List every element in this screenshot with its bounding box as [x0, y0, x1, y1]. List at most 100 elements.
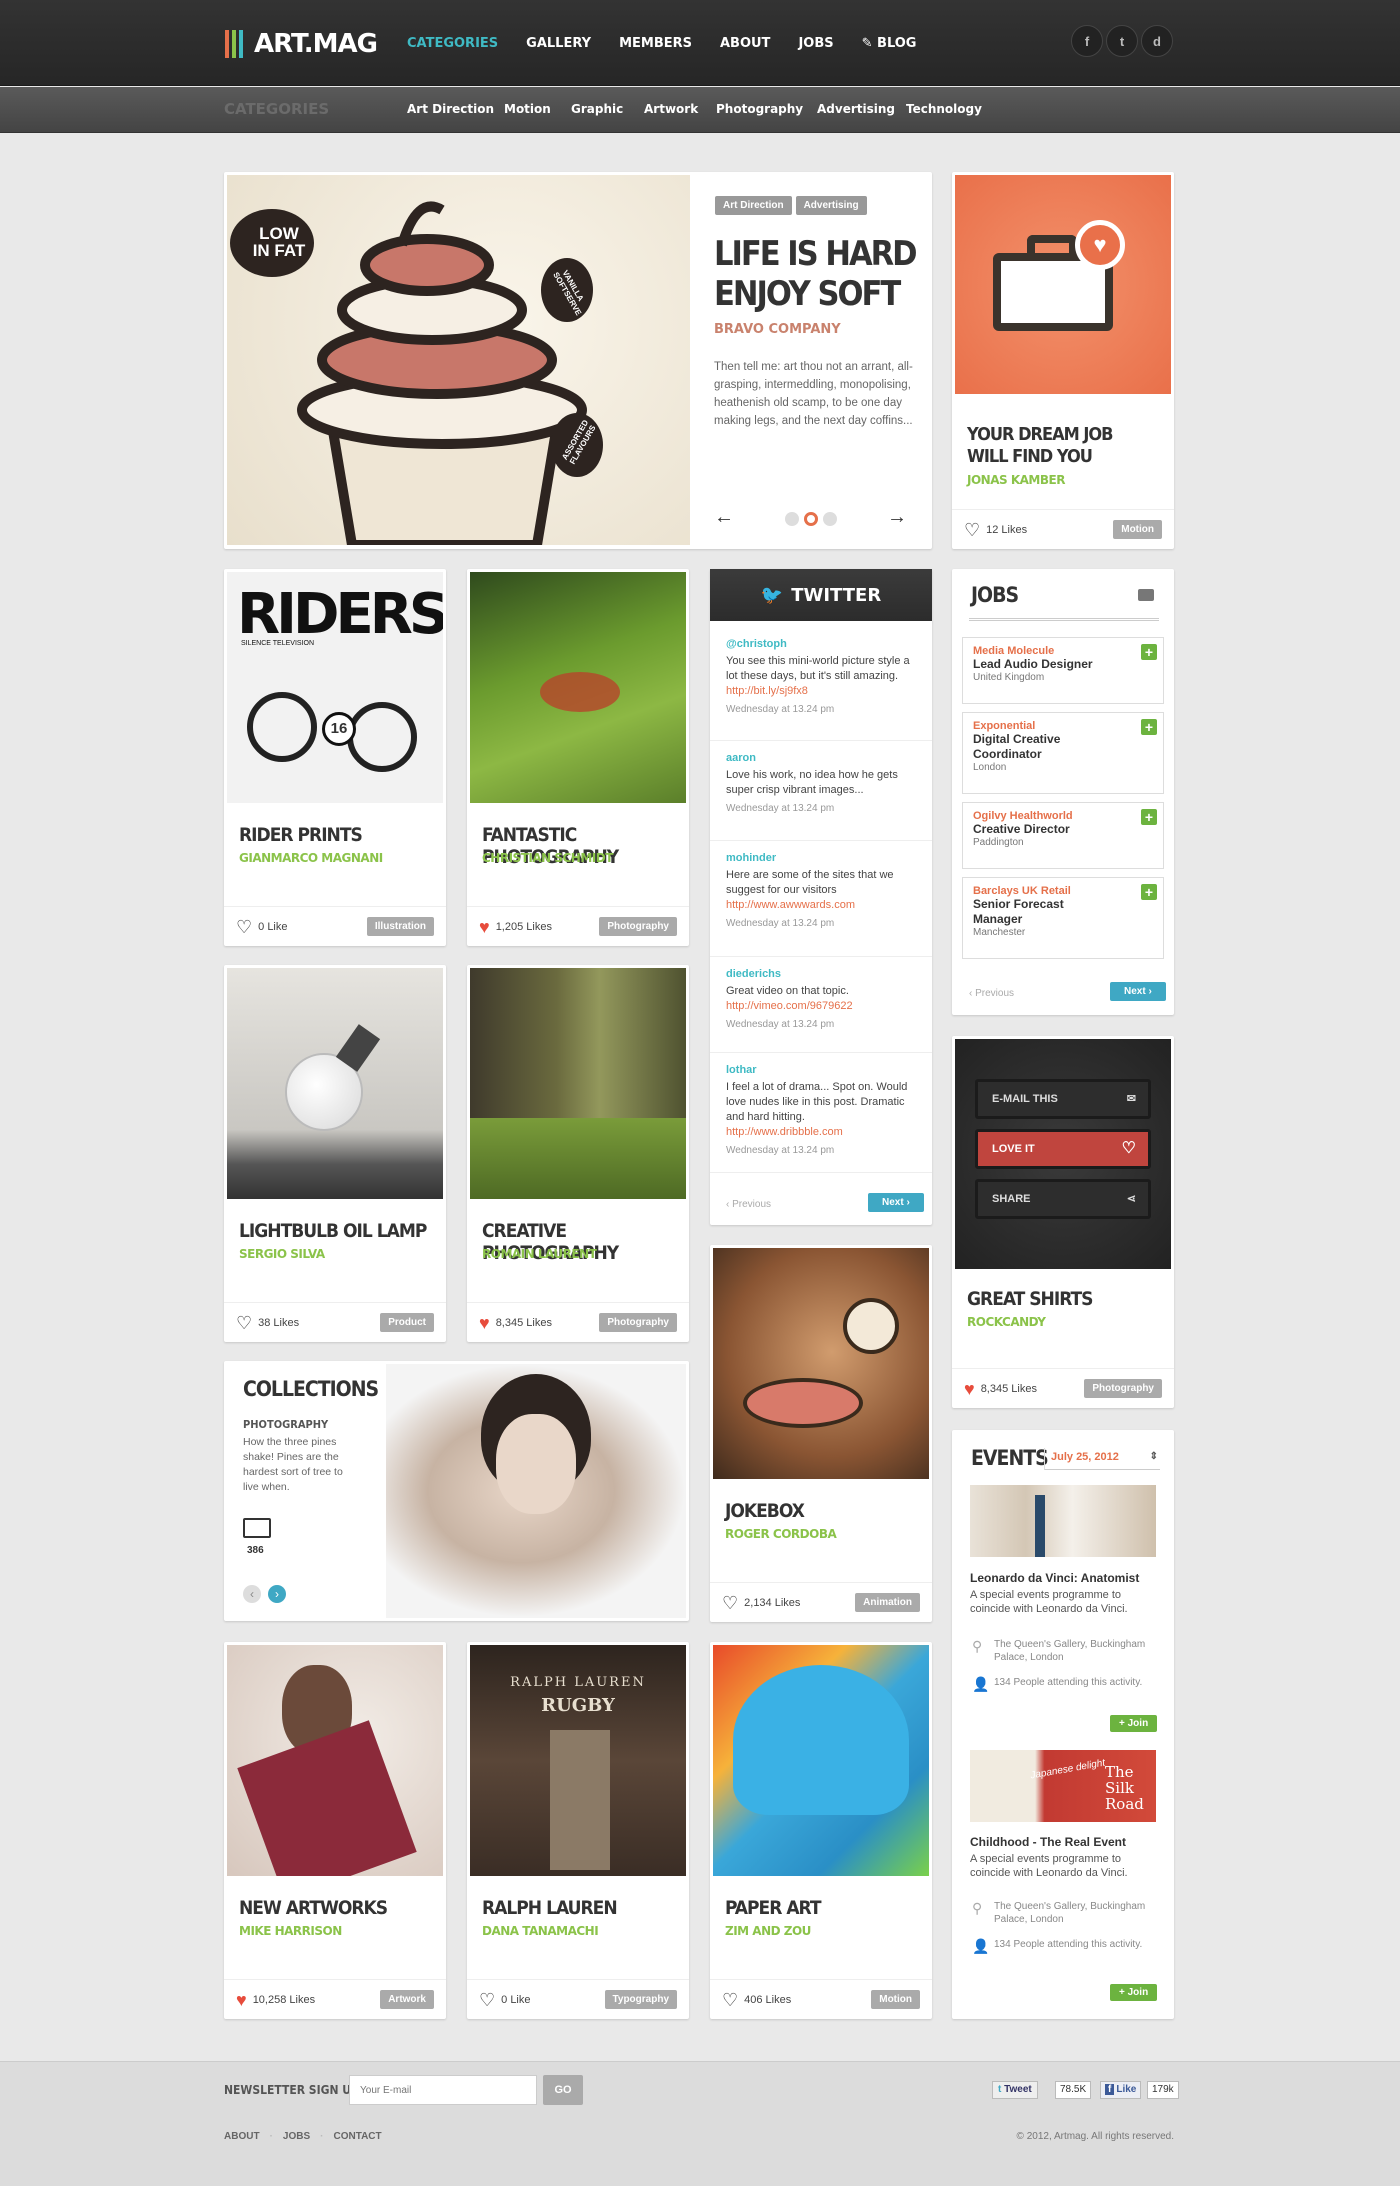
- heart-filled-icon[interactable]: ♥: [479, 1314, 490, 1332]
- love-it-button[interactable]: LOVE IT ♡: [975, 1129, 1151, 1169]
- footer-link-jobs[interactable]: JOBS: [283, 2131, 310, 2142]
- category-artwork[interactable]: Artwork: [644, 102, 698, 116]
- slide-dot-1[interactable]: [785, 512, 799, 526]
- tweet-button[interactable]: t Tweet: [992, 2081, 1038, 2099]
- card-image[interactable]: [227, 1645, 443, 1876]
- collections-prev-button[interactable]: ‹: [243, 1585, 261, 1603]
- category-tag[interactable]: Photography: [599, 917, 677, 936]
- card-author[interactable]: ROMAIN LAURENT: [482, 1247, 597, 1261]
- heart-outline-icon[interactable]: ♡: [479, 1991, 495, 2009]
- card-title[interactable]: NEW ARTWORKS: [239, 1897, 388, 1919]
- tweet-user[interactable]: @christoph: [726, 637, 916, 652]
- category-tag[interactable]: Animation: [855, 1593, 920, 1612]
- collections-title[interactable]: COLLECTIONS: [243, 1377, 379, 1401]
- facebook-like-button[interactable]: f Like: [1100, 2081, 1142, 2099]
- card-image[interactable]: [470, 968, 686, 1199]
- tweet-user[interactable]: lothar: [726, 1063, 916, 1078]
- nav-members[interactable]: MEMBERS: [619, 36, 692, 51]
- job-item[interactable]: Ogilvy Healthworld Creative Director Pad…: [962, 802, 1164, 869]
- tweet-link[interactable]: http://www.dribbble.com: [726, 1125, 916, 1140]
- nav-categories[interactable]: CATEGORIES: [407, 36, 498, 51]
- job-item[interactable]: Exponential Digital Creative Coordinator…: [962, 712, 1164, 794]
- event-title[interactable]: Childhood - The Real Event: [970, 1835, 1126, 1849]
- category-art-direction[interactable]: Art Direction: [407, 102, 494, 116]
- job-item[interactable]: Media Molecule Lead Audio Designer Unite…: [962, 637, 1164, 704]
- nav-blog[interactable]: ✎ BLOG: [862, 36, 917, 51]
- card-title[interactable]: RIDER PRINTS: [239, 824, 363, 846]
- card-author[interactable]: CHRISTIAN SCHMIDT: [482, 851, 613, 865]
- heart-outline-icon[interactable]: ♡: [236, 1314, 252, 1332]
- card-image[interactable]: RALPH LAUREN RUGBY: [470, 1645, 686, 1876]
- collections-next-button[interactable]: ›: [268, 1585, 286, 1603]
- category-tag[interactable]: Photography: [1084, 1379, 1162, 1398]
- tweet-link[interactable]: http://bit.ly/sj9fx8: [726, 684, 916, 699]
- heart-filled-icon[interactable]: ♥: [236, 1991, 247, 2009]
- logo[interactable]: ART.MAG: [225, 28, 378, 60]
- category-tag[interactable]: Photography: [599, 1313, 677, 1332]
- category-tag[interactable]: Motion: [1113, 520, 1162, 539]
- plus-icon[interactable]: +: [1141, 644, 1157, 660]
- dream-job-title[interactable]: YOUR DREAM JOB WILL FIND YOU: [967, 424, 1157, 468]
- category-tag[interactable]: Motion: [871, 1990, 920, 2009]
- card-title[interactable]: PAPER ART: [725, 1897, 822, 1919]
- plus-icon[interactable]: +: [1141, 884, 1157, 900]
- event-image[interactable]: Japanese delight The Silk Road: [970, 1750, 1156, 1822]
- category-motion[interactable]: Motion: [504, 102, 551, 116]
- event-date-select[interactable]: July 25, 2012 ⇕: [1044, 1448, 1160, 1470]
- category-photography[interactable]: Photography: [716, 102, 803, 116]
- tweet-link[interactable]: http://vimeo.com/9679622: [726, 999, 916, 1014]
- featured-image[interactable]: LOW IN FAT VANILLA SOFTSERVE ASSORTED FL…: [227, 175, 690, 545]
- join-button[interactable]: + Join: [1110, 1715, 1158, 1732]
- twitter-previous[interactable]: ‹ Previous: [726, 1199, 771, 1210]
- collections-image[interactable]: [386, 1364, 686, 1618]
- featured-title[interactable]: LIFE IS HARD ENJOY SOFT: [714, 234, 918, 314]
- card-author[interactable]: MIKE HARRISON: [239, 1924, 342, 1938]
- card-author[interactable]: ROGER CORDOBA: [725, 1527, 837, 1541]
- jobs-next-button[interactable]: Next ›: [1110, 982, 1166, 1001]
- slide-dot-3[interactable]: [823, 512, 837, 526]
- card-image[interactable]: [713, 1248, 929, 1479]
- event-image[interactable]: [970, 1485, 1156, 1557]
- dream-job-author[interactable]: JONAS KAMBER: [967, 473, 1065, 487]
- tweet-user[interactable]: aaron: [726, 751, 916, 766]
- card-title[interactable]: GREAT SHIRTS: [967, 1288, 1093, 1310]
- footer-link-about[interactable]: ABOUT: [224, 2131, 260, 2142]
- card-title[interactable]: JOKEBOX: [725, 1500, 805, 1522]
- tweet-user[interactable]: mohinder: [726, 851, 916, 866]
- dream-job-image[interactable]: ♥: [955, 175, 1171, 394]
- heart-outline-icon[interactable]: ♡: [236, 918, 252, 936]
- category-graphic[interactable]: Graphic: [571, 102, 623, 116]
- join-button[interactable]: + Join: [1110, 1984, 1158, 2001]
- next-arrow-icon[interactable]: →: [887, 506, 907, 529]
- twitter-icon[interactable]: t: [1106, 25, 1138, 57]
- prev-arrow-icon[interactable]: ←: [714, 506, 734, 529]
- heart-filled-icon[interactable]: ♥: [964, 1380, 975, 1398]
- card-author[interactable]: ROCKCANDY: [967, 1315, 1046, 1329]
- newsletter-go-button[interactable]: GO: [543, 2075, 583, 2105]
- card-title[interactable]: RALPH LAUREN: [482, 1897, 618, 1919]
- card-image[interactable]: RIDERS SILENCE TELEVISION 16: [227, 572, 443, 803]
- job-item[interactable]: Barclays UK Retail Senior Forecast Manag…: [962, 877, 1164, 959]
- heart-outline-icon[interactable]: ♡: [722, 1991, 738, 2009]
- tweet-user[interactable]: diederichs: [726, 967, 916, 982]
- plus-icon[interactable]: +: [1141, 809, 1157, 825]
- tag-art-direction[interactable]: Art Direction: [715, 196, 792, 215]
- twitter-next-button[interactable]: Next ›: [868, 1193, 924, 1212]
- heart-outline-icon[interactable]: ♡: [722, 1594, 738, 1612]
- tag-advertising[interactable]: Advertising: [795, 196, 867, 215]
- jobs-previous[interactable]: ‹ Previous: [969, 988, 1014, 999]
- card-image[interactable]: [470, 572, 686, 803]
- category-tag[interactable]: Typography: [604, 1990, 677, 2009]
- category-tag[interactable]: Illustration: [366, 917, 434, 936]
- category-tag[interactable]: Product: [380, 1313, 434, 1332]
- slide-dot-2[interactable]: [804, 512, 818, 526]
- event-title[interactable]: Leonardo da Vinci: Anatomist: [970, 1571, 1139, 1585]
- facebook-icon[interactable]: f: [1071, 25, 1103, 57]
- nav-jobs[interactable]: JOBS: [798, 36, 833, 51]
- share-button[interactable]: SHARE ⋖: [975, 1179, 1151, 1219]
- category-advertising[interactable]: Advertising: [817, 102, 895, 116]
- heart-filled-icon[interactable]: ♥: [479, 918, 490, 936]
- card-author[interactable]: SERGIO SILVA: [239, 1247, 325, 1261]
- card-image[interactable]: [227, 968, 443, 1199]
- heart-outline-icon[interactable]: ♡: [964, 521, 980, 539]
